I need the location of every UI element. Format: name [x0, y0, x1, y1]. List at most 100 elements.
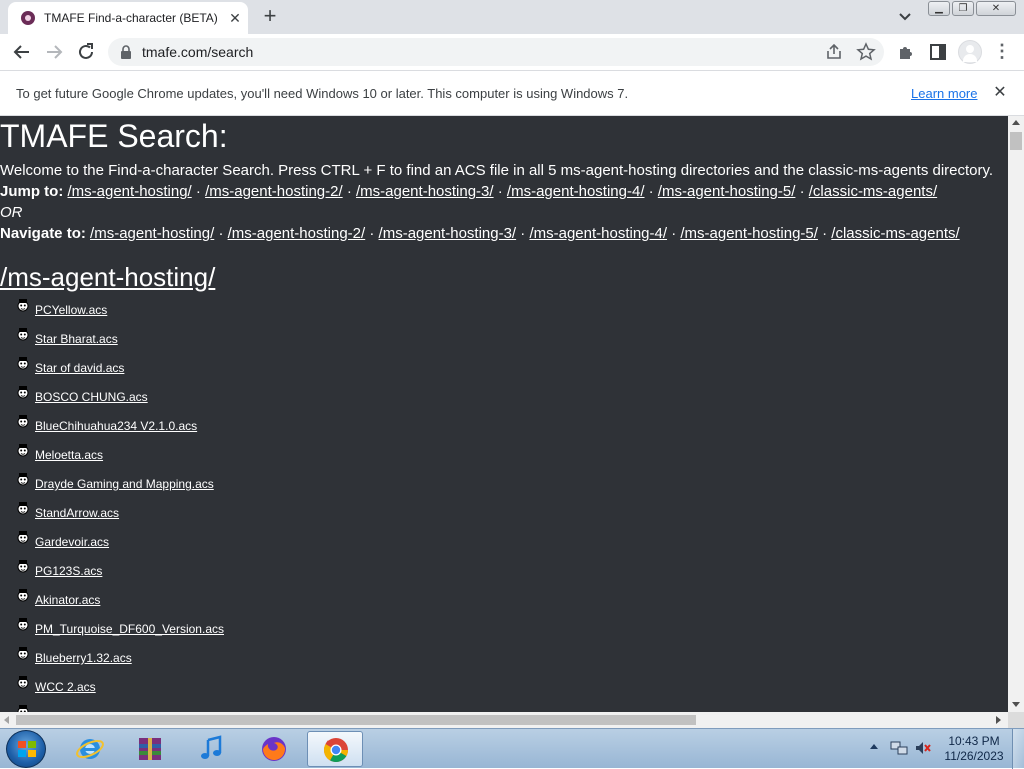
- agent-character-icon: [17, 589, 29, 602]
- site-favicon-icon: [21, 11, 35, 25]
- taskbar-itunes[interactable]: [184, 731, 240, 767]
- tab-strip: TMAFE Find-a-character (BETA) ✕ + ▁ ❐ ✕: [0, 0, 1024, 34]
- scroll-up-arrow-icon[interactable]: [1012, 120, 1020, 125]
- acs-file-link[interactable]: PM_Turquoise_DF600_Version.acs: [35, 622, 224, 636]
- vertical-scrollbar[interactable]: [1008, 116, 1024, 712]
- learn-more-link[interactable]: Learn more: [911, 86, 977, 101]
- scroll-down-arrow-icon[interactable]: [1012, 702, 1020, 707]
- navigate-to-row: Navigate to: /ms-agent-hosting/ · /ms-ag…: [0, 225, 960, 242]
- taskbar-clock[interactable]: 10:43 PM 11/26/2023: [942, 734, 1006, 764]
- separator: ·: [799, 183, 805, 200]
- acs-file-link[interactable]: StandArrow.acs: [35, 506, 119, 520]
- agent-character-icon: [17, 415, 29, 428]
- network-icon[interactable]: [890, 740, 908, 756]
- internet-explorer-icon: [76, 739, 104, 759]
- jump-link-ms-agent-hosting-2[interactable]: /ms-agent-hosting-2/: [205, 183, 343, 200]
- nav-link-ms-agent-hosting-5[interactable]: /ms-agent-hosting-5/: [680, 225, 818, 242]
- volume-muted-icon[interactable]: [914, 740, 932, 756]
- firefox-icon: [262, 737, 286, 761]
- jump-link-ms-agent-hosting-3[interactable]: /ms-agent-hosting-3/: [356, 183, 494, 200]
- acs-file-link[interactable]: BlueChihuahua234 V2.1.0.acs: [35, 419, 197, 433]
- lock-icon[interactable]: [120, 45, 132, 59]
- nav-link-ms-agent-hosting-2[interactable]: /ms-agent-hosting-2/: [228, 225, 366, 242]
- chrome-menu-icon[interactable]: ⋮: [992, 42, 1012, 62]
- acs-file-link[interactable]: WCC 2.acs: [35, 680, 96, 694]
- acs-file-link[interactable]: Gardevoir.acs: [35, 535, 109, 549]
- acs-file-link[interactable]: Blueberry1.32.acs: [35, 651, 132, 665]
- agent-character-icon: [17, 531, 29, 544]
- jump-to-row: Jump to: /ms-agent-hosting/ · /ms-agent-…: [0, 183, 937, 200]
- forward-arrow-icon[interactable]: [42, 40, 66, 64]
- window-controls: ▁ ❐ ✕: [928, 1, 1018, 17]
- close-window-button[interactable]: ✕: [976, 1, 1016, 16]
- separator: ·: [369, 225, 375, 242]
- winrar-archive-icon: [139, 738, 161, 760]
- acs-file-link[interactable]: Meloetta.acs: [35, 448, 103, 462]
- scroll-right-arrow-icon[interactable]: [996, 716, 1001, 724]
- taskbar-chrome[interactable]: [307, 731, 363, 767]
- scroll-left-arrow-icon[interactable]: [4, 716, 9, 724]
- taskbar-firefox[interactable]: [246, 731, 302, 767]
- update-infobar: To get future Google Chrome updates, you…: [0, 71, 1024, 116]
- infobar-close-icon[interactable]: ✕: [990, 83, 1010, 103]
- acs-file-link[interactable]: Star Bharat.acs: [35, 332, 118, 346]
- intro-text: Welcome to the Find-a-character Search. …: [0, 162, 994, 179]
- agent-character-icon: [17, 502, 29, 515]
- jump-link-ms-agent-hosting-5[interactable]: /ms-agent-hosting-5/: [658, 183, 796, 200]
- show-hidden-icons-arrow-icon[interactable]: [870, 744, 878, 749]
- share-icon[interactable]: [824, 42, 844, 62]
- agent-character-icon: [17, 705, 29, 712]
- agent-character-icon: [17, 357, 29, 370]
- taskbar-internet-explorer[interactable]: [62, 731, 118, 767]
- extensions-puzzle-icon[interactable]: [896, 42, 916, 62]
- navigate-to-label: Navigate to:: [0, 225, 86, 242]
- bookmark-star-icon[interactable]: [856, 42, 876, 62]
- horizontal-scroll-thumb[interactable]: [16, 715, 696, 725]
- windows-logo-icon: [18, 741, 36, 757]
- page-title: TMAFE Search:: [0, 118, 228, 154]
- separator: ·: [218, 225, 224, 242]
- separator: ·: [671, 225, 677, 242]
- nav-link-ms-agent-hosting-4[interactable]: /ms-agent-hosting-4/: [529, 225, 667, 242]
- acs-file-link[interactable]: BOSCO CHUNG.acs: [35, 390, 148, 404]
- section-heading-ms-agent-hosting[interactable]: /ms-agent-hosting/: [0, 262, 215, 293]
- jump-link-ms-agent-hosting[interactable]: /ms-agent-hosting/: [68, 183, 192, 200]
- restore-button[interactable]: ❐: [952, 1, 974, 16]
- acs-file-link[interactable]: PCYellow.acs: [35, 303, 107, 317]
- nav-link-classic-ms-agents[interactable]: /classic-ms-agents/: [831, 225, 959, 242]
- acs-file-link[interactable]: Star of david.acs: [35, 361, 124, 375]
- show-desktop-button[interactable]: [1012, 729, 1024, 769]
- new-tab-button[interactable]: +: [258, 5, 282, 29]
- clock-time: 10:43 PM: [948, 734, 1000, 748]
- separator: ·: [520, 225, 526, 242]
- address-bar[interactable]: tmafe.com/search: [108, 38, 884, 66]
- acs-file-link[interactable]: Akinator.acs: [35, 593, 100, 607]
- side-panel-icon[interactable]: [928, 42, 948, 62]
- page-viewport: TMAFE Search: Welcome to the Find-a-char…: [0, 116, 1008, 712]
- or-label: OR: [0, 204, 23, 221]
- reload-icon[interactable]: [74, 40, 98, 64]
- url-text[interactable]: tmafe.com/search: [142, 44, 253, 60]
- acs-file-link[interactable]: Drayde Gaming and Mapping.acs: [35, 477, 214, 491]
- back-arrow-icon[interactable]: [10, 40, 34, 64]
- agent-character-icon: [17, 618, 29, 631]
- nav-link-ms-agent-hosting-3[interactable]: /ms-agent-hosting-3/: [379, 225, 517, 242]
- minimize-button[interactable]: ▁: [928, 1, 950, 16]
- jump-link-ms-agent-hosting-4[interactable]: /ms-agent-hosting-4/: [507, 183, 645, 200]
- acs-file-link[interactable]: PG123S.acs: [35, 564, 102, 578]
- browser-tab[interactable]: TMAFE Find-a-character (BETA) ✕: [8, 2, 248, 34]
- tab-search-chevron-icon[interactable]: [893, 6, 917, 28]
- infobar-message: To get future Google Chrome updates, you…: [16, 86, 629, 101]
- vertical-scroll-thumb[interactable]: [1010, 132, 1022, 150]
- nav-link-ms-agent-hosting[interactable]: /ms-agent-hosting/: [90, 225, 214, 242]
- horizontal-scrollbar[interactable]: [0, 712, 1008, 728]
- taskbar-winrar[interactable]: [122, 731, 178, 767]
- start-button[interactable]: [6, 730, 46, 768]
- separator: ·: [822, 225, 828, 242]
- jump-link-classic-ms-agents[interactable]: /classic-ms-agents/: [809, 183, 937, 200]
- music-note-icon: [201, 735, 222, 759]
- separator: ·: [346, 183, 352, 200]
- profile-avatar[interactable]: [958, 40, 982, 64]
- tab-close-icon[interactable]: ✕: [225, 8, 245, 28]
- windows-taskbar: 10:43 PM 11/26/2023: [0, 728, 1024, 769]
